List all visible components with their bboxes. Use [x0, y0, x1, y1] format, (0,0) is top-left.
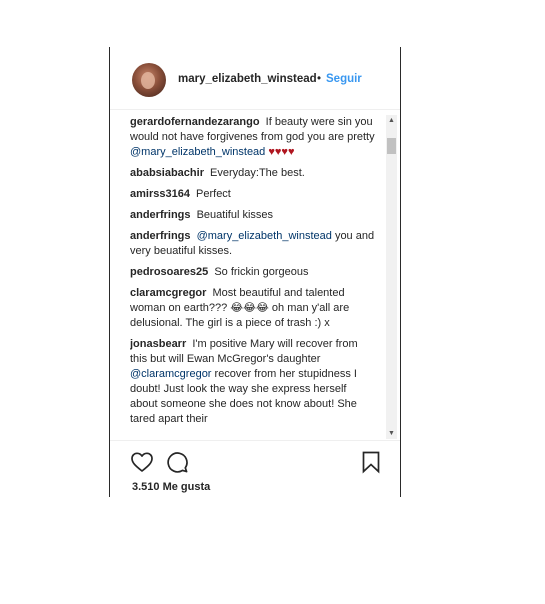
comment-item: anderfrings Beuatiful kisses: [130, 208, 388, 229]
comment-item: anderfrings @mary_elizabeth_winstead you…: [130, 229, 388, 265]
comment-author[interactable]: gerardofernandezarango: [130, 116, 260, 128]
heart-icon[interactable]: [130, 450, 154, 474]
likes-count[interactable]: 3.510 Me gusta: [132, 481, 210, 493]
comment-mention[interactable]: @mary_elizabeth_winstead: [197, 230, 332, 242]
comment-icon[interactable]: [165, 450, 189, 474]
comment-author[interactable]: amirss3164: [130, 188, 190, 200]
comment-author[interactable]: jonasbearr: [130, 338, 186, 350]
comment-mention[interactable]: @claramcgregor: [130, 368, 211, 380]
comment-author[interactable]: pedrosoares25: [130, 266, 208, 278]
comment-item: jonasbearr I'm positive Mary will recove…: [130, 337, 388, 433]
comment-item: claramcgregor Most beautiful and talente…: [130, 286, 388, 337]
comment-item: amirss3164 Perfect: [130, 187, 388, 208]
comment-item: ababsiabachir Everyday:The best.: [130, 166, 388, 187]
comments-list[interactable]: gerardofernandezarango If beauty were si…: [130, 115, 388, 439]
bookmark-icon[interactable]: [359, 450, 383, 474]
scrollbar-thumb[interactable]: [387, 138, 396, 154]
comment-text: So frickin gorgeous: [214, 266, 309, 278]
comment-mention[interactable]: @mary_elizabeth_winstead: [130, 146, 265, 158]
comment-author[interactable]: ababsiabachir: [130, 167, 204, 179]
post-frame: mary_elizabeth_winstead • Seguir gerardo…: [109, 47, 401, 497]
comment-text: Perfect: [196, 188, 231, 200]
comment-text: Beuatiful kisses: [196, 209, 274, 221]
comment-author[interactable]: claramcgregor: [130, 287, 206, 299]
comment-author[interactable]: anderfrings: [130, 230, 191, 242]
scroll-down-arrow-icon[interactable]: ▼: [386, 428, 397, 439]
header-separator: •: [317, 73, 322, 85]
scroll-up-arrow-icon[interactable]: ▲: [386, 115, 397, 126]
heart-emojis: ♥♥♥♥: [268, 146, 295, 158]
comment-item: gerardofernandezarango If beauty were si…: [130, 115, 388, 166]
avatar[interactable]: [132, 63, 166, 97]
comment-item: pedrosoares25 So frickin gorgeous: [130, 265, 388, 286]
comments-scrollbar[interactable]: ▲ ▼: [386, 115, 397, 439]
post-actions: 3.510 Me gusta: [110, 440, 400, 498]
username-link[interactable]: mary_elizabeth_winstead: [178, 73, 317, 85]
post-header: mary_elizabeth_winstead • Seguir: [110, 47, 400, 110]
follow-button[interactable]: Seguir: [326, 73, 362, 85]
comment-text: Everyday:The best.: [210, 167, 305, 179]
comment-author[interactable]: anderfrings: [130, 209, 191, 221]
